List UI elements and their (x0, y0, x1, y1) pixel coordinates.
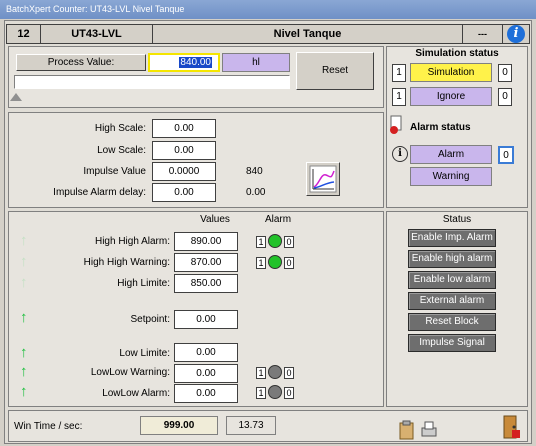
exit-door-icon[interactable] (500, 414, 522, 440)
simulation-toggle[interactable]: Simulation (410, 63, 492, 82)
header-bar: 12 UT43-LVL Nivel Tanque --- i (6, 24, 530, 44)
alarm-indicator: Alarm (410, 145, 492, 164)
setpoint-field[interactable]: 0.00 (174, 310, 238, 329)
up-arrow-icon: ↑ (20, 232, 28, 249)
alarm-header: Alarm (264, 214, 292, 225)
alarm-value: 0 (498, 146, 514, 164)
low-limit-field[interactable]: 0.00 (174, 343, 238, 362)
trend-chart-button[interactable] (306, 162, 340, 196)
trend-chart-icon (309, 165, 337, 193)
window-title: BatchXpert Counter: UT43-LVL Nivel Tanqu… (0, 0, 536, 19)
impulse-delay-value: 0.00 (246, 187, 266, 198)
lowlow-alarm-enable-flag[interactable]: 1 (256, 387, 266, 399)
simulation-value: 0 (498, 64, 512, 82)
print-icon[interactable] (420, 420, 438, 440)
high-high-warning-state-flag[interactable]: 0 (284, 257, 294, 269)
up-arrow-icon: ↑ (20, 309, 28, 326)
external-alarm-button[interactable]: External alarm (408, 292, 496, 310)
simulation-status-title: Simulation status (415, 48, 499, 59)
process-value: 840.00 (179, 57, 212, 68)
high-limit-label: High Limite: (117, 278, 170, 289)
high-limit-field[interactable]: 850.00 (174, 274, 238, 293)
low-scale-field[interactable]: 0.00 (152, 141, 216, 160)
high-high-warning-label: High High Warning: (83, 257, 170, 268)
slider-marker-icon[interactable] (10, 93, 22, 101)
elapsed-time: 13.73 (226, 416, 276, 435)
block-tag: UT43-LVL (41, 25, 153, 43)
win-time-field[interactable]: 999.00 (140, 416, 218, 435)
impulse-delay-label: Impulse Alarm delay: (53, 187, 146, 198)
process-unit: hl (222, 53, 290, 72)
warning-indicator: Warning (410, 167, 492, 186)
lowlow-warning-enable-flag[interactable]: 1 (256, 367, 266, 379)
lowlow-warning-label: LowLow Warning: (90, 367, 170, 378)
up-arrow-icon: ↑ (20, 274, 28, 291)
lowlow-alarm-indicator-icon (268, 385, 282, 399)
up-arrow-icon: ↑ (20, 363, 28, 380)
process-value-field: 840.00 (148, 53, 220, 72)
lowlow-alarm-state-flag[interactable]: 0 (284, 387, 294, 399)
high-high-warning-indicator-icon (268, 255, 282, 269)
up-arrow-icon: ↑ (20, 344, 28, 361)
win-time-label: Win Time / sec: (14, 421, 83, 432)
reset-block-button[interactable]: Reset Block (408, 313, 496, 331)
high-high-alarm-field[interactable]: 890.00 (174, 232, 238, 251)
setpoint-label: Setpoint: (130, 314, 170, 325)
enable-imp-alarm-button[interactable]: Enable Imp. Alarm (408, 229, 496, 247)
high-high-alarm-enable-flag[interactable]: 1 (256, 236, 266, 248)
ignore-value: 0 (498, 88, 512, 106)
block-number: 12 (7, 25, 41, 43)
high-scale-label: High Scale: (94, 123, 146, 134)
impulse-count: 840 (246, 166, 263, 177)
lowlow-alarm-label: LowLow Alarm: (102, 388, 170, 399)
impulse-signal-button[interactable]: Impulse Signal (408, 334, 496, 352)
lowlow-alarm-field[interactable]: 0.00 (174, 384, 238, 403)
low-scale-label: Low Scale: (97, 145, 146, 156)
lowlow-warning-indicator-icon (268, 365, 282, 379)
process-progress-bar (14, 75, 290, 89)
high-high-warning-field[interactable]: 870.00 (174, 253, 238, 272)
up-arrow-icon: ↑ (20, 253, 28, 270)
ignore-count: 1 (392, 88, 406, 106)
high-high-alarm-state-flag[interactable]: 0 (284, 236, 294, 248)
simulation-count: 1 (392, 64, 406, 82)
low-limit-label: Low Limite: (119, 348, 170, 359)
high-high-alarm-indicator-icon (268, 234, 282, 248)
high-high-warning-enable-flag[interactable]: 1 (256, 257, 266, 269)
alarm-bell-icon (388, 114, 406, 136)
block-dashes: --- (463, 25, 503, 43)
lowlow-warning-field[interactable]: 0.00 (174, 364, 238, 383)
impulse-delay-field[interactable]: 0.00 (152, 183, 216, 202)
enable-low-alarm-button[interactable]: Enable low alarm (408, 271, 496, 289)
block-description: Nivel Tanque (153, 25, 463, 43)
reset-button[interactable]: Reset (296, 52, 374, 90)
high-high-alarm-label: High High Alarm: (94, 236, 170, 247)
impulse-value-label: Impulse Value (83, 166, 146, 177)
ignore-toggle[interactable]: Ignore (410, 87, 492, 106)
process-value-label: Process Value: (16, 54, 146, 71)
alarm-status-title: Alarm status (410, 122, 471, 133)
alarm-info-icon[interactable]: i (392, 146, 408, 162)
up-arrow-icon: ↑ (20, 383, 28, 400)
info-icon[interactable]: i (507, 25, 525, 43)
impulse-value-field[interactable]: 0.0000 (152, 162, 216, 181)
lowlow-warning-state-flag[interactable]: 0 (284, 367, 294, 379)
high-scale-field[interactable]: 0.00 (152, 119, 216, 138)
clipboard-icon[interactable] (398, 420, 416, 440)
values-header: Values (200, 214, 230, 225)
status-title: Status (442, 214, 472, 225)
enable-high-alarm-button[interactable]: Enable high alarm (408, 250, 496, 268)
